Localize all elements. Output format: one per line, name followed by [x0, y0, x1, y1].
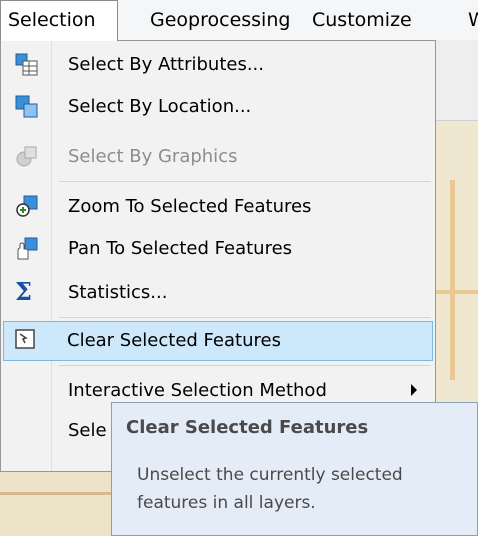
select-by-graphics-icon [16, 146, 37, 167]
map-road [0, 492, 112, 495]
menu-item-label: Clear Selected Features [67, 330, 281, 351]
menu-item-label: Statistics... [68, 282, 168, 303]
menu-item-label: Select By Attributes... [68, 54, 264, 75]
menu-geoprocessing[interactable]: Geoprocessing [150, 9, 290, 31]
submenu-arrow-icon [411, 384, 417, 396]
menu-item-label: Zoom To Selected Features [68, 196, 312, 217]
menu-item-select-by-location[interactable]: Select By Location... [3, 87, 433, 127]
zoom-to-selected-icon [16, 195, 38, 217]
menu-item-label: Sele [68, 420, 107, 441]
menu-item-label: Interactive Selection Method [68, 380, 327, 401]
menu-separator [59, 317, 431, 318]
menu-selection[interactable]: Selection [0, 0, 118, 41]
tooltip-body: Unselect the currently selected features… [137, 465, 403, 513]
select-by-attributes-icon [15, 53, 38, 76]
menu-item-pan-to-selected[interactable]: Pan To Selected Features [3, 229, 433, 269]
menu-separator [59, 365, 431, 366]
sigma-icon: Σ [15, 277, 32, 306]
menu-windows[interactable]: W [468, 9, 478, 31]
menu-customize[interactable]: Customize [312, 9, 412, 31]
menu-item-zoom-to-selected[interactable]: Zoom To Selected Features [3, 187, 433, 227]
tooltip: Clear Selected Features Unselect the cur… [111, 402, 478, 536]
map-road [430, 290, 478, 294]
toolbar-strip [430, 80, 478, 121]
menu-item-select-by-attributes[interactable]: Select By Attributes... [3, 45, 433, 85]
select-by-location-icon [15, 95, 38, 118]
clear-selection-icon [15, 329, 35, 349]
menu-item-select-by-graphics: Select By Graphics [3, 137, 433, 177]
toolbar-strip [430, 40, 478, 81]
pan-to-selected-icon [17, 237, 38, 260]
map-road [450, 180, 455, 380]
menu-item-label: Pan To Selected Features [68, 238, 293, 259]
menu-item-label: Select By Graphics [68, 146, 238, 167]
menu-item-clear-selected[interactable]: Clear Selected Features [3, 321, 433, 361]
map-background-bottom [0, 470, 112, 536]
menu-item-statistics[interactable]: Σ Statistics... [3, 273, 433, 313]
menu-separator [59, 181, 431, 182]
tooltip-title: Clear Selected Features [126, 417, 369, 438]
menu-item-label: Select By Location... [68, 96, 252, 117]
menu-bar: Geoprocessing Customize W Selection [0, 0, 478, 41]
